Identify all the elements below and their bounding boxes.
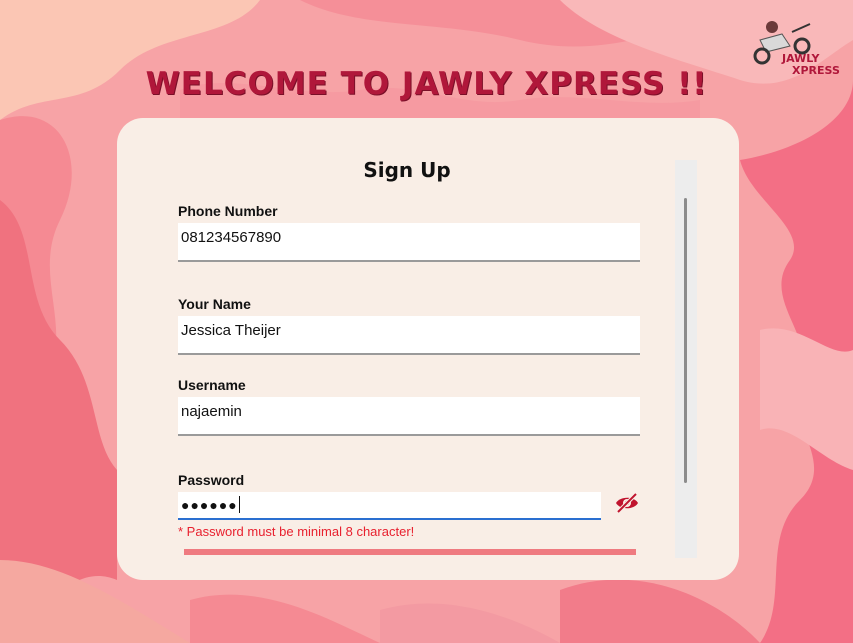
password-label: Password	[178, 472, 245, 488]
password-value: ●●●●●●	[181, 497, 238, 513]
password-error: * Password must be minimal 8 character!	[178, 524, 415, 539]
name-label: Your Name	[178, 296, 251, 312]
username-label: Username	[178, 377, 246, 393]
username-input[interactable]: najaemin	[178, 397, 640, 436]
welcome-heading: WELCOME TO JAWLY XPRESS !!	[145, 66, 708, 102]
phone-input[interactable]: 081234567890	[178, 223, 640, 262]
phone-label: Phone Number	[178, 203, 278, 219]
phone-value: 081234567890	[181, 229, 282, 246]
name-value: Jessica Theijer	[181, 322, 281, 339]
form-title: Sign Up	[363, 158, 451, 182]
password-input[interactable]: ●●●●●●	[178, 492, 601, 520]
eye-slash-icon[interactable]	[614, 491, 640, 515]
scrollbar-thumb[interactable]	[684, 198, 687, 483]
name-input[interactable]: Jessica Theijer	[178, 316, 640, 355]
username-value: najaemin	[181, 403, 242, 420]
text-caret	[238, 496, 240, 513]
signup-card: Sign Up Phone Number 081234567890 Your N…	[117, 118, 739, 580]
next-field-outline	[184, 549, 636, 555]
